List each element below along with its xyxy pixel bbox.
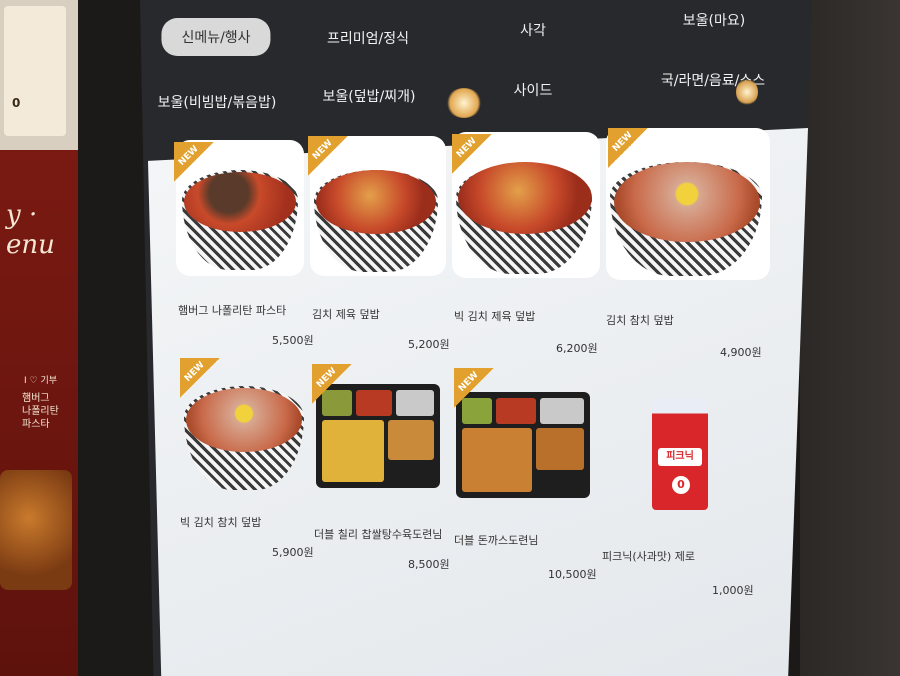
item-name: 김치 제육 덮밥 (312, 308, 380, 321)
item-name: 김치 참치 덮밥 (606, 314, 674, 327)
new-badge: NEW (308, 136, 348, 176)
food (614, 162, 760, 242)
poster-price: 0 (12, 96, 21, 110)
tab-bowl-deopbap[interactable]: 보울(덮밥/찌개) (323, 86, 416, 106)
poster-item-label: 햄버그 나폴리탄 파스타 (22, 393, 59, 430)
item-price: 5,900원 (272, 546, 314, 559)
main-dish (322, 420, 384, 482)
side-dish (496, 398, 536, 424)
poster-headline: y · enu (6, 200, 55, 260)
poster-food-photo (0, 470, 72, 590)
new-badge-text: NEW (314, 366, 339, 390)
new-badge: NEW (180, 358, 220, 398)
item-price: 8,500원 (408, 558, 450, 571)
new-badge-text: NEW (456, 370, 481, 394)
tab-side[interactable]: 사이드 (514, 80, 553, 100)
juice-logo: 피크닉 (658, 448, 702, 466)
left-poster: 0 y · enu I ♡ 기부 햄버그 나폴리탄 파스타 (0, 0, 78, 676)
item-name: 빅 김치 참치 덮밥 (180, 516, 262, 529)
juice-carton-photo: 피크닉 0 (652, 398, 708, 510)
item-name: 피크닉(사과맛) 제로 (602, 550, 696, 563)
new-badge-text: NEW (610, 130, 635, 154)
tab-premium-set[interactable]: 프리미엄/정식 (327, 28, 409, 48)
side-dish (356, 390, 392, 416)
food (316, 170, 436, 234)
new-badge: NEW (312, 364, 352, 404)
main-dish (388, 420, 434, 460)
main-dish (536, 428, 584, 470)
item-name: 더블 칠리 찹쌀탕수육도련님 (314, 528, 443, 541)
item-name: 더블 돈까스도련님 (454, 534, 539, 547)
new-badge-text: NEW (182, 360, 207, 384)
main-dish (462, 428, 532, 492)
new-badge-text: NEW (176, 144, 201, 168)
tab-bowl-bibimbap[interactable]: 보울(비빔밥/볶음밥) (158, 92, 277, 112)
background-reflection (800, 0, 900, 676)
item-price: 10,500원 (548, 568, 597, 581)
tab-bowl-mayo[interactable]: 보울(마요) (683, 10, 745, 30)
poster-tag: I ♡ 기부 (24, 376, 58, 386)
ceiling-light-reflection (446, 88, 482, 118)
ceiling-light-reflection (736, 78, 758, 106)
new-badge: NEW (174, 142, 214, 182)
item-price: 1,000원 (712, 584, 754, 597)
new-badge-text: NEW (310, 138, 335, 162)
juice-zero-mark: 0 (672, 476, 690, 494)
side-dish (396, 390, 434, 416)
tab-square[interactable]: 사각 (520, 20, 546, 40)
new-badge: NEW (608, 128, 648, 168)
new-badge-text: NEW (454, 136, 479, 160)
item-name: 햄버그 나폴리탄 파스타 (178, 304, 287, 317)
item-price: 6,200원 (556, 342, 598, 355)
side-dish (540, 398, 584, 424)
item-price: 5,500원 (272, 334, 314, 347)
item-name: 빅 김치 제육 덮밥 (454, 310, 536, 323)
item-price: 4,900원 (720, 346, 762, 359)
item-price: 5,200원 (408, 338, 450, 351)
new-badge: NEW (452, 134, 492, 174)
poster-promo-card: 0 (4, 6, 66, 136)
tab-new-menu-event[interactable]: 신메뉴/행사 (161, 18, 271, 56)
new-badge: NEW (454, 368, 494, 408)
